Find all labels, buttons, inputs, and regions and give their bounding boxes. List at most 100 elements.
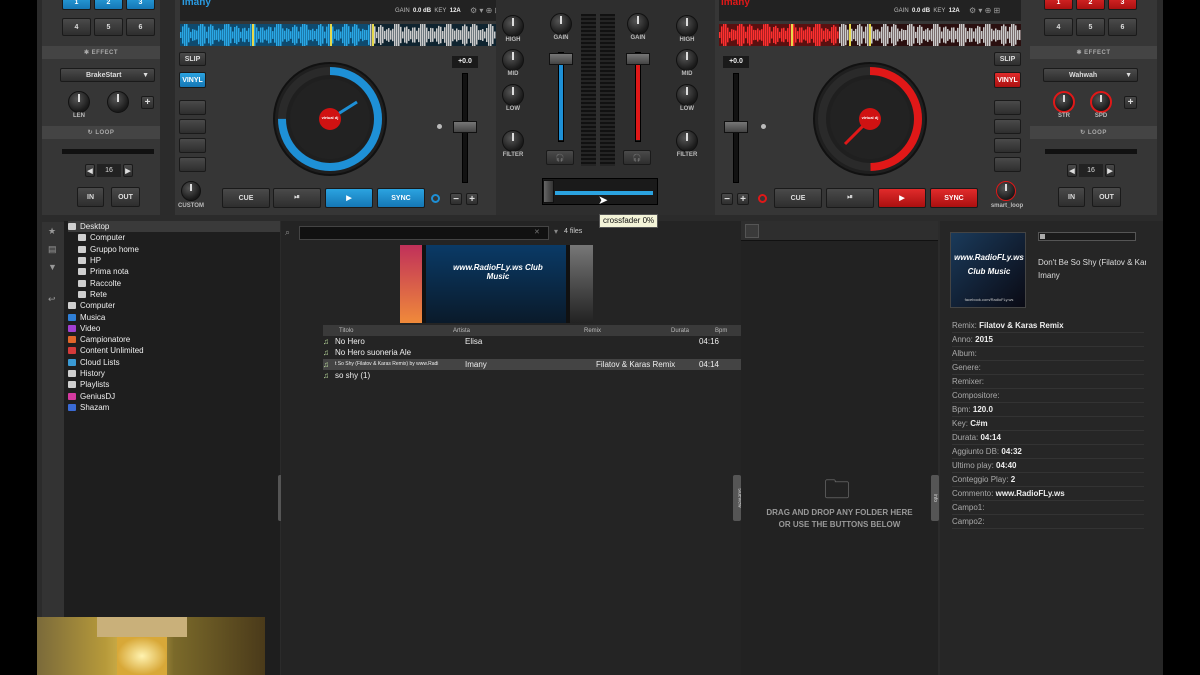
right-smart-loop-knob[interactable] (996, 181, 1016, 201)
folder-tree-item[interactable]: GeniusDJ (68, 390, 280, 401)
right-loop-in-button[interactable]: IN (1058, 187, 1085, 207)
back-icon[interactable]: ↩ (48, 294, 56, 305)
folder-tree-item[interactable]: Raccolte (68, 277, 280, 288)
mixer-left-volume-fader[interactable] (549, 53, 573, 65)
mixer-left-headphone-button[interactable]: 🎧 (546, 150, 574, 165)
right-loop-increase[interactable]: ▶ (1105, 164, 1115, 177)
right-loop-decrease[interactable]: ◀ (1067, 164, 1077, 177)
right-pitch-fader[interactable] (724, 121, 748, 133)
folder-tree-item[interactable]: Rete (68, 289, 280, 300)
right-pad-1[interactable]: 1 (1044, 0, 1073, 10)
mixer-left-low-knob[interactable] (502, 84, 524, 106)
folder-tree-item[interactable]: Gruppo home (68, 244, 280, 255)
right-pad-bank-3[interactable] (994, 138, 1021, 153)
right-pause-button[interactable]: ⏯ (826, 188, 874, 208)
right-loop-slider[interactable] (1045, 149, 1137, 154)
table-row[interactable]: ♫ No Hero suoneria Ale (323, 347, 770, 358)
left-pitch-minus[interactable]: − (450, 193, 462, 205)
right-sync-button[interactable]: SYNC (930, 188, 978, 208)
mixer-left-gain-knob[interactable] (550, 13, 572, 35)
left-effect-len-knob[interactable] (68, 91, 90, 113)
right-platter[interactable]: virtual dj (813, 62, 927, 176)
folder-tree-item[interactable]: HP (68, 255, 280, 266)
folder-tree-item[interactable]: History (68, 368, 280, 379)
right-pitch-minus[interactable]: − (721, 193, 733, 205)
col-title[interactable]: Titolo (323, 328, 453, 334)
filter-icon[interactable]: ▼ (48, 262, 57, 272)
left-loop-increase[interactable]: ▶ (123, 164, 133, 177)
info-progress-handle[interactable] (1040, 234, 1045, 239)
col-remix[interactable]: Remix (584, 328, 671, 334)
mixer-right-headphone-button[interactable]: 🎧 (623, 150, 651, 165)
right-pad-bank-1[interactable] (994, 100, 1021, 115)
folder-tree-item[interactable]: Computer (68, 232, 280, 243)
left-loop-slider[interactable] (62, 149, 154, 154)
mixer-right-filter-knob[interactable] (676, 130, 698, 152)
left-pad-bank-1[interactable] (179, 100, 206, 115)
left-loop-in-button[interactable]: IN (77, 187, 104, 207)
folder-tree-item[interactable]: Musica (68, 311, 280, 322)
right-play-button[interactable]: ▶ (878, 188, 926, 208)
left-sync-indicator[interactable] (431, 194, 440, 203)
right-effect-add-button[interactable]: + (1124, 96, 1137, 109)
left-effect-knob-2[interactable] (107, 91, 129, 113)
sideview-toggle-tab[interactable]: sideview (733, 475, 743, 521)
right-loop-out-button[interactable]: OUT (1092, 187, 1121, 207)
left-cue-button[interactable]: CUE (222, 188, 270, 208)
left-loop-decrease[interactable]: ◀ (85, 164, 95, 177)
clear-search-icon[interactable]: ✕ (534, 228, 540, 236)
right-cue-button[interactable]: CUE (774, 188, 822, 208)
left-vinyl-button[interactable]: VINYL (179, 72, 206, 88)
right-pad-6[interactable]: 6 (1108, 18, 1137, 36)
crossfader-handle[interactable] (543, 180, 554, 203)
folder-tree-item[interactable]: Content Unlimited (68, 345, 280, 356)
left-pad-3[interactable]: 3 (126, 0, 155, 10)
info-progress[interactable] (1038, 232, 1136, 241)
gear-icon[interactable]: ⚙ ▾ ⊕ ⊞ (969, 6, 1000, 15)
right-vinyl-button[interactable]: VINYL (994, 72, 1021, 88)
right-pad-bank-4[interactable] (994, 157, 1021, 172)
mixer-right-volume-fader[interactable] (626, 53, 650, 65)
search-icon[interactable]: ⌕ (285, 227, 290, 238)
left-slip-button[interactable]: SLIP (179, 52, 206, 66)
left-pad-2[interactable]: 2 (94, 0, 123, 10)
right-pad-5[interactable]: 5 (1076, 18, 1105, 36)
right-effect-select[interactable]: Wahwah ▼ (1043, 68, 1138, 82)
left-loop-out-button[interactable]: OUT (111, 187, 140, 207)
table-row[interactable]: ♫ No Hero Elisa 04:16 115.0 (323, 336, 770, 347)
folder-tree-item[interactable]: Video (68, 323, 280, 334)
right-pad-2[interactable]: 2 (1076, 0, 1105, 10)
left-waveform[interactable] (180, 24, 511, 46)
folder-tree-item[interactable]: Computer (68, 300, 280, 311)
right-pad-4[interactable]: 4 (1044, 18, 1073, 36)
right-slip-button[interactable]: SLIP (994, 52, 1021, 66)
right-pad-3[interactable]: 3 (1108, 0, 1137, 10)
right-waveform[interactable] (719, 24, 1021, 46)
left-pad-4[interactable]: 4 (62, 18, 91, 36)
left-custom-knob[interactable] (181, 181, 201, 201)
mixer-left-filter-knob[interactable] (502, 130, 524, 152)
right-sync-indicator[interactable] (758, 194, 767, 203)
left-pad-bank-4[interactable] (179, 157, 206, 172)
left-pad-bank-3[interactable] (179, 138, 206, 153)
star-icon[interactable]: ★ (48, 226, 56, 237)
left-pad-bank-2[interactable] (179, 119, 206, 134)
left-pad-1[interactable]: 1 (62, 0, 91, 10)
folder-tree-item[interactable]: Cloud Lists (68, 357, 280, 368)
left-pad-6[interactable]: 6 (126, 18, 155, 36)
left-pause-button[interactable]: ⏯ (273, 188, 321, 208)
search-options-icon[interactable]: ▾ (554, 227, 558, 236)
mixer-right-mid-knob[interactable] (676, 49, 698, 71)
sideview-button[interactable] (745, 224, 759, 238)
left-pad-5[interactable]: 5 (94, 18, 123, 36)
left-pitch-fader[interactable] (453, 121, 477, 133)
info-toggle-tab[interactable]: info (931, 475, 939, 521)
col-artist[interactable]: Artista (453, 328, 584, 334)
right-pitch-plus[interactable]: + (737, 193, 749, 205)
col-duration[interactable]: Durata (671, 328, 715, 334)
table-row[interactable]: ♫ t So Shy (Filatov & Karas Remix) by ww… (323, 358, 770, 370)
left-platter[interactable]: virtual dj (273, 62, 387, 176)
mixer-right-gain-knob[interactable] (627, 13, 649, 35)
left-effect-select[interactable]: BrakeStart ▼ (60, 68, 155, 82)
folder-tree-item[interactable]: Playlists (68, 379, 280, 390)
